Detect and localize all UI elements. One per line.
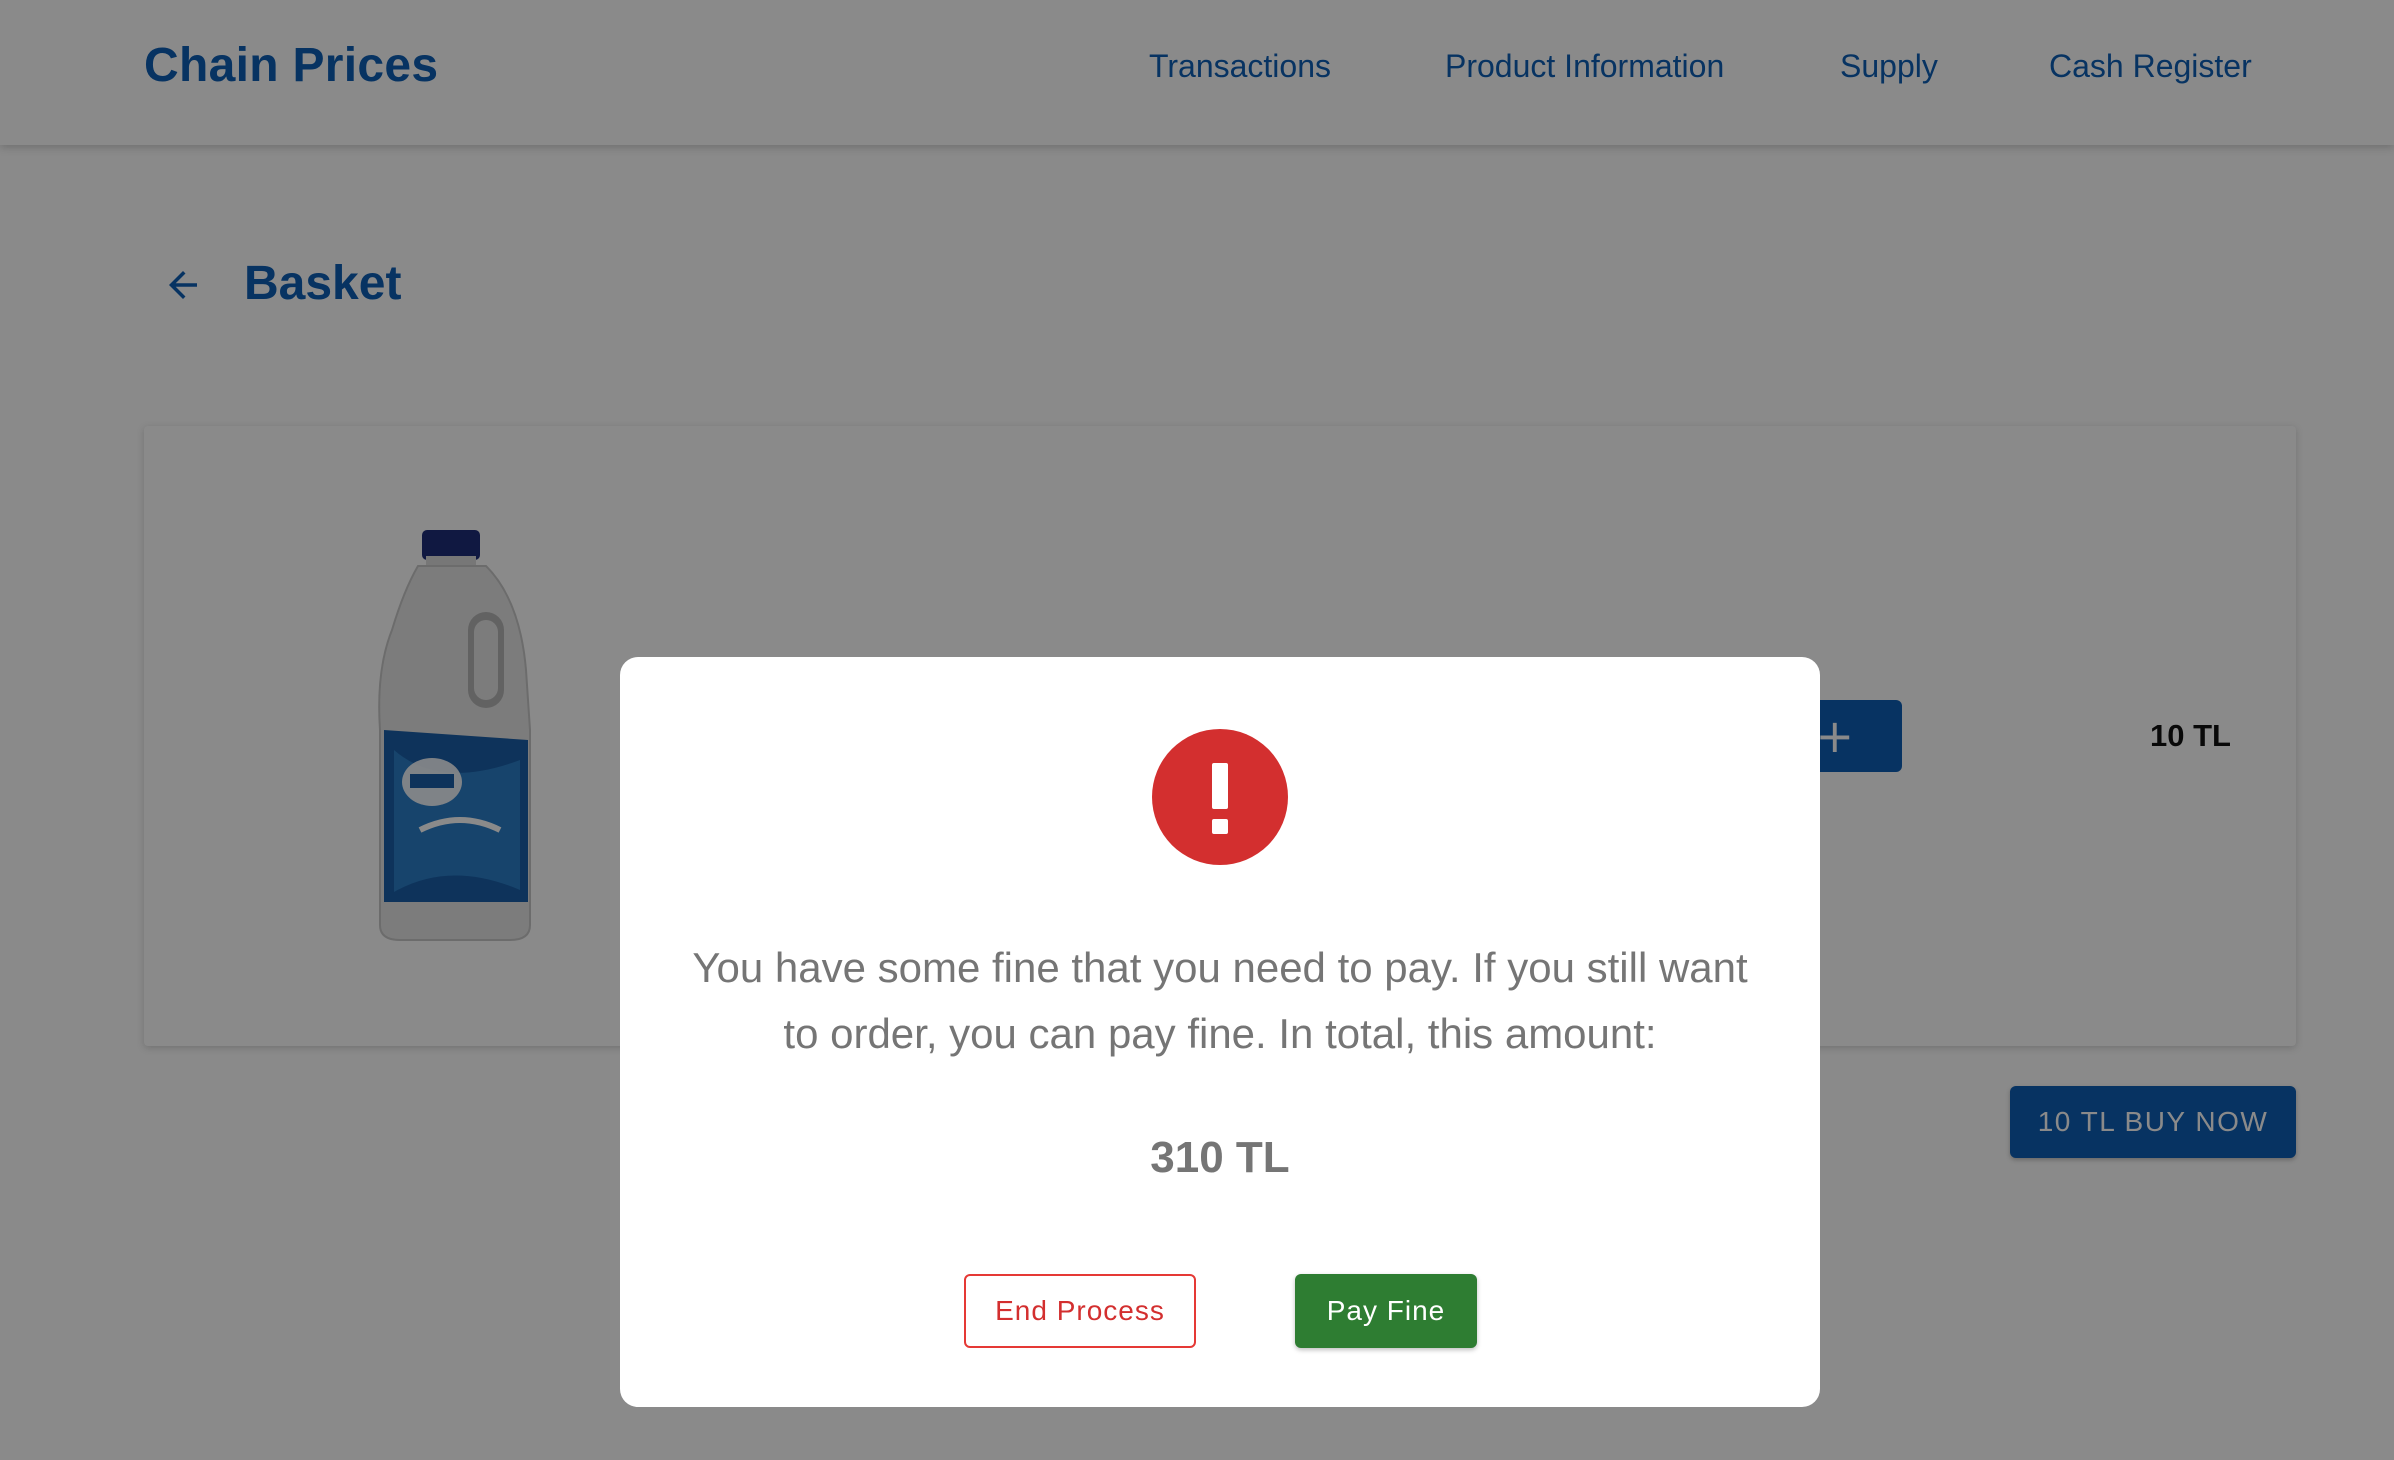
end-process-button[interactable]: End Process <box>964 1274 1196 1348</box>
exclamation-icon <box>1152 729 1288 865</box>
fine-amount: 310 TL <box>1150 1133 1290 1182</box>
fine-payment-dialog: You have some fine that you need to pay.… <box>620 657 1820 1407</box>
dialog-message: You have some fine that you need to pay.… <box>692 944 1748 1057</box>
pay-fine-button[interactable]: Pay Fine <box>1295 1274 1477 1348</box>
page: Chain Prices Transactions Product Inform… <box>0 0 2394 1460</box>
